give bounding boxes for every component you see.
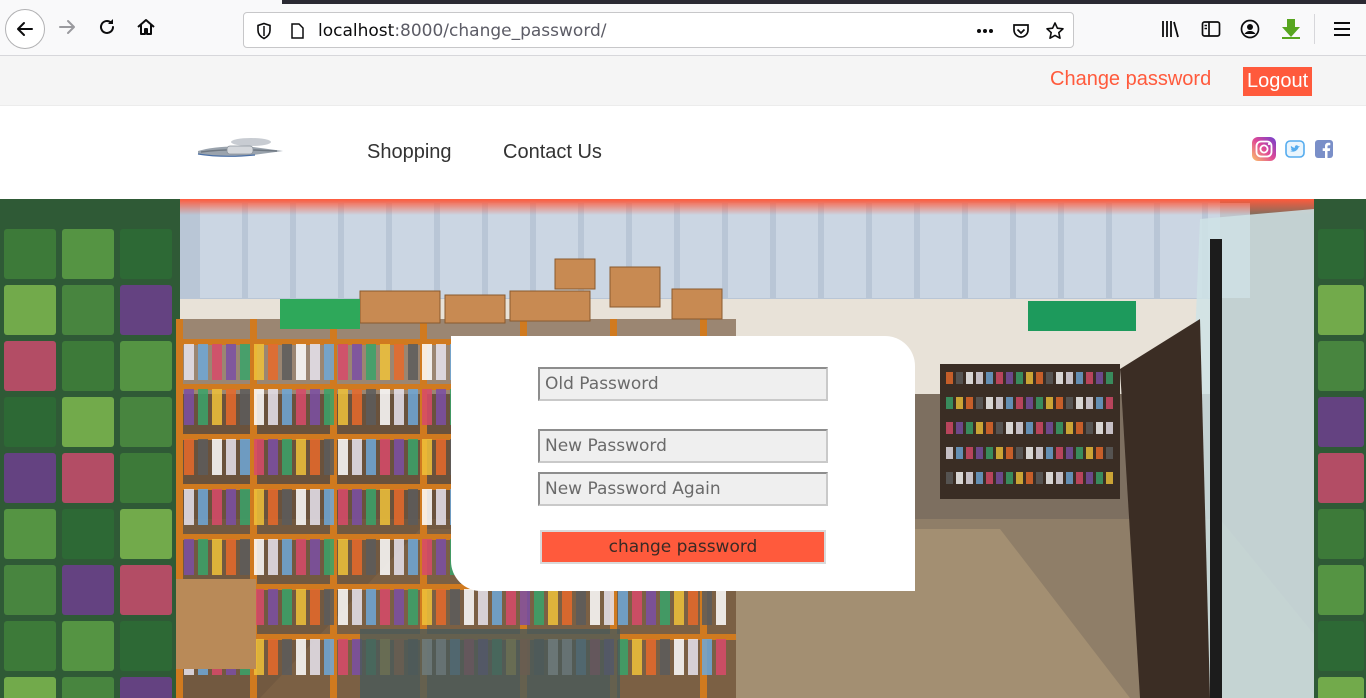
twitter-icon[interactable] — [1282, 136, 1308, 162]
back-button[interactable] — [5, 9, 45, 49]
tab-strip — [282, 0, 1366, 4]
change-password-form: change password — [451, 336, 915, 591]
old-password-input[interactable] — [538, 367, 828, 401]
library-icon[interactable] — [1158, 17, 1182, 41]
shield-icon[interactable] — [253, 20, 275, 42]
url-bar[interactable]: localhost:8000/change_password/ — [243, 12, 1074, 48]
instagram-icon[interactable] — [1251, 136, 1277, 162]
utility-bar: Change password Logout — [0, 56, 1366, 106]
nav-shopping[interactable]: Shopping — [367, 141, 452, 164]
forward-button[interactable] — [52, 12, 82, 42]
home-icon — [137, 19, 155, 35]
more-icon[interactable] — [974, 20, 996, 42]
back-icon — [17, 22, 33, 36]
url-path: :8000/change_password/ — [394, 21, 607, 41]
url-host: localhost — [318, 21, 395, 41]
site-logo[interactable] — [193, 134, 288, 164]
toolbar-separator — [1314, 14, 1315, 44]
pocket-icon[interactable] — [1010, 20, 1032, 42]
reload-button[interactable] — [92, 12, 122, 42]
change-password-button[interactable]: change password — [540, 530, 826, 564]
star-icon[interactable] — [1044, 20, 1066, 42]
account-icon[interactable] — [1238, 17, 1262, 41]
hamburger-icon[interactable] — [1330, 17, 1354, 41]
download-icon[interactable] — [1279, 17, 1303, 41]
new-password-again-input[interactable] — [538, 472, 828, 506]
reload-icon — [100, 19, 114, 34]
forward-icon — [59, 20, 75, 34]
nav-contact-us[interactable]: Contact Us — [503, 141, 602, 164]
sidebar-icon[interactable] — [1199, 17, 1223, 41]
facebook-icon[interactable] — [1311, 136, 1337, 162]
home-button[interactable] — [131, 12, 161, 42]
url-text[interactable]: localhost:8000/change_password/ — [318, 21, 607, 41]
change-password-link[interactable]: Change password — [1050, 68, 1211, 91]
logout-button[interactable]: Logout — [1243, 67, 1313, 96]
site-header: Shopping Contact Us — [0, 106, 1366, 199]
page-icon[interactable] — [286, 20, 308, 42]
new-password-input[interactable] — [538, 429, 828, 463]
browser-toolbar: localhost:8000/change_password/ — [0, 0, 1366, 56]
